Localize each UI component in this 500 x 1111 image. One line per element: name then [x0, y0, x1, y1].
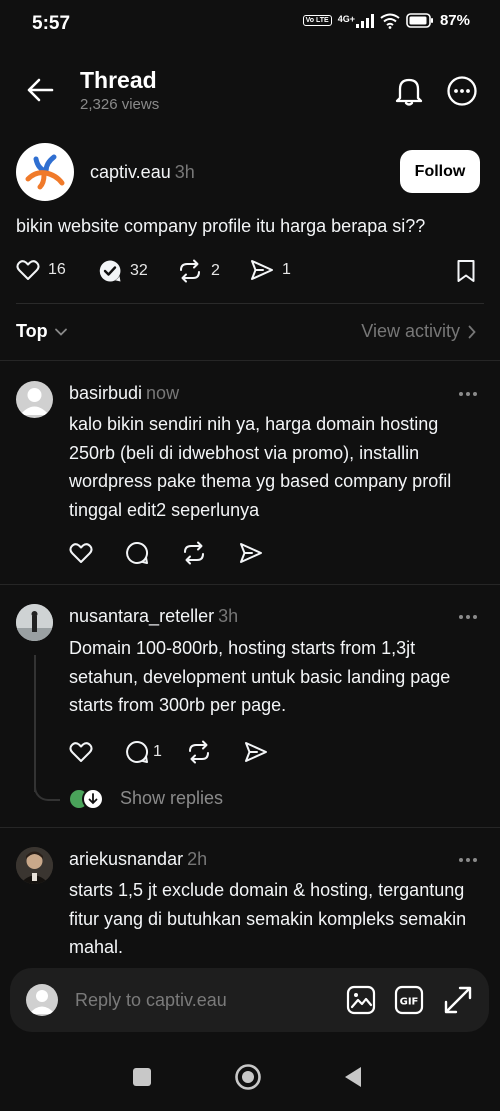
show-replies-link[interactable]: Show replies — [120, 788, 223, 809]
thread-connector — [34, 785, 60, 801]
back-arrow-icon[interactable] — [26, 77, 54, 103]
reply-author[interactable]: ariekusnandar 2h — [69, 849, 207, 870]
view-count: 2,326 views — [80, 96, 160, 113]
post-time: 3h — [174, 162, 195, 182]
reply-actions — [69, 541, 295, 565]
avatar[interactable] — [16, 381, 53, 418]
battery-percent: 87% — [439, 12, 470, 29]
wifi-icon — [380, 13, 400, 29]
image-icon[interactable] — [346, 985, 376, 1015]
home-button[interactable] — [234, 1063, 262, 1091]
reply-count-action[interactable]: 32 — [98, 259, 148, 283]
reply-time: 3h — [218, 606, 239, 626]
download-arrow-icon — [82, 788, 104, 810]
divider — [0, 827, 500, 828]
comment-icon[interactable] — [125, 740, 149, 764]
reply-text: Domain 100-800rb, hosting starts from 1,… — [69, 638, 451, 715]
divider — [0, 360, 500, 361]
avatar[interactable] — [16, 604, 53, 641]
status-icons: Vo LTE 4G+ 87% — [302, 12, 470, 29]
chevron-down-icon — [54, 327, 68, 337]
reply-text: kalo bikin sendiri nih ya, harga domain … — [69, 414, 452, 520]
repost-action[interactable]: 2 — [177, 259, 220, 283]
more-dots-icon[interactable] — [458, 614, 478, 620]
chevron-right-icon — [468, 325, 476, 339]
default-avatar-icon — [20, 388, 49, 415]
author-avatar[interactable] — [16, 143, 74, 201]
svg-text:GIF: GIF — [400, 997, 419, 1008]
repost-icon[interactable] — [181, 541, 207, 565]
back-triangle-icon[interactable] — [343, 1066, 363, 1088]
share-count: 1 — [282, 261, 291, 278]
network-label: 4G+ — [337, 13, 355, 24]
reply-username[interactable]: basirbudi — [69, 383, 142, 403]
bookmark-icon[interactable] — [456, 259, 476, 283]
reply-text: starts 1,5 jt exclude domain & hosting, … — [69, 880, 467, 957]
page-title: Thread — [80, 67, 157, 93]
more-dots-icon[interactable] — [458, 391, 478, 397]
view-activity-link[interactable]: View activity — [361, 321, 476, 342]
author-name-line[interactable]: captiv.eau 3h — [90, 162, 195, 183]
share-action[interactable]: 1 — [250, 259, 291, 281]
photo-avatar-icon — [16, 847, 53, 884]
expand-icon[interactable] — [443, 985, 473, 1015]
avatar[interactable] — [16, 847, 53, 884]
recent-apps-button[interactable] — [133, 1068, 151, 1086]
send-icon[interactable] — [239, 542, 263, 564]
view-activity-label: View activity — [361, 321, 460, 341]
heart-icon[interactable] — [69, 542, 93, 564]
reply-input[interactable]: Reply to captiv.eau — [75, 990, 227, 1011]
status-time: 5:57 — [32, 13, 71, 34]
more-options-icon[interactable] — [446, 75, 478, 107]
like-count: 16 — [48, 261, 66, 278]
more-dots-icon[interactable] — [458, 857, 478, 863]
reply-username[interactable]: nusantara_reteller — [69, 606, 214, 626]
sort-dropdown[interactable]: Top — [16, 321, 68, 342]
comment-icon[interactable] — [125, 541, 149, 565]
default-avatar-icon — [29, 990, 55, 1014]
divider — [16, 303, 484, 304]
send-icon[interactable] — [244, 741, 268, 763]
sort-label: Top — [16, 321, 48, 341]
reply-time: 2h — [187, 849, 208, 869]
reply-time: now — [146, 383, 180, 403]
divider — [0, 584, 500, 585]
gif-icon[interactable]: GIF — [394, 985, 424, 1015]
comment-count: 1 — [153, 743, 162, 760]
reply-count: 32 — [130, 262, 148, 279]
battery-icon — [406, 13, 434, 28]
follow-button[interactable]: Follow — [400, 150, 480, 193]
reply-actions: 1 — [69, 740, 300, 764]
repost-count: 2 — [211, 262, 220, 279]
post-text: bikin website company profile itu harga … — [16, 216, 426, 236]
send-icon[interactable] — [250, 259, 274, 281]
repost-icon[interactable] — [177, 259, 203, 283]
signal-icon: 4G+ — [337, 13, 374, 28]
reply-username[interactable]: ariekusnandar — [69, 849, 183, 869]
bell-icon[interactable] — [394, 75, 424, 107]
reply-avatars — [68, 788, 104, 810]
reply-author[interactable]: nusantara_reteller 3h — [69, 606, 238, 627]
replied-check-icon[interactable] — [98, 259, 122, 283]
author-username[interactable]: captiv.eau — [90, 162, 171, 182]
repost-icon[interactable] — [186, 740, 212, 764]
like-action[interactable]: 16 — [16, 259, 66, 281]
brand-logo-icon — [25, 154, 65, 190]
thread-line — [34, 655, 36, 792]
reply-author[interactable]: basirbudi now — [69, 383, 179, 404]
my-avatar — [26, 984, 58, 1016]
heart-icon[interactable] — [69, 741, 93, 763]
volte-badge: Vo LTE — [302, 15, 332, 26]
heart-icon[interactable] — [16, 259, 40, 281]
photo-avatar-icon — [16, 604, 53, 641]
comment-action[interactable]: 1 — [125, 740, 162, 764]
